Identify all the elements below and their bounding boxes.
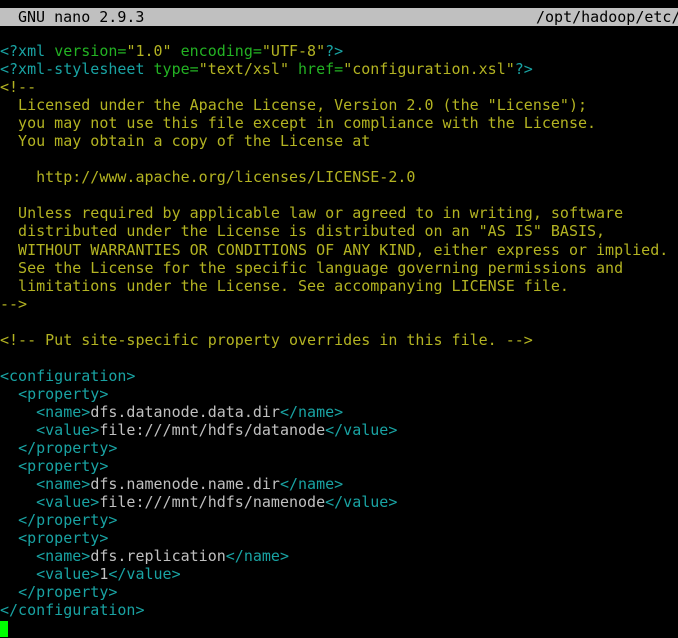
code-token: file:///mnt/hdfs/datanode — [99, 420, 326, 439]
code-token: </value> — [325, 420, 398, 439]
code-token: http://www.apache.org/licenses/LICENSE-2… — [0, 168, 416, 187]
editor-line[interactable]: See the License for the specific languag… — [0, 259, 678, 277]
code-token: <value> — [36, 565, 100, 584]
code-token: </property> — [18, 439, 118, 458]
code-token: file:///mnt/hdfs/namenode — [99, 493, 326, 512]
editor-line[interactable]: <name>dfs.datanode.data.dir</name> — [0, 403, 678, 421]
editor-line[interactable]: <!-- — [0, 78, 678, 96]
editor-line[interactable]: <?xml version="1.0" encoding="UTF-8"?> — [0, 42, 678, 60]
code-token: distributed under the License is distrib… — [0, 222, 606, 241]
code-token: <configuration> — [0, 366, 136, 385]
code-token: <property> — [18, 529, 109, 548]
editor-line[interactable]: <!-- Put site-specific property override… — [0, 331, 678, 349]
code-token: <!-- Put site-specific property override… — [0, 330, 533, 349]
editor-line[interactable]: distributed under the License is distrib… — [0, 222, 678, 240]
editor-line[interactable] — [0, 313, 678, 331]
code-token: WITHOUT WARRANTIES OR CONDITIONS OF ANY … — [0, 240, 669, 259]
code-token: ?> — [325, 42, 344, 60]
editor-line[interactable]: </property> — [0, 439, 678, 457]
editor-line[interactable]: you may not use this file except in comp… — [0, 114, 678, 132]
code-token: dfs.replication — [90, 547, 226, 566]
code-token: </property> — [18, 511, 118, 530]
code-token: encoding= — [171, 42, 262, 60]
editor-line[interactable]: <value>file:///mnt/hdfs/namenode</value> — [0, 493, 678, 511]
editor-line[interactable]: <configuration> — [0, 367, 678, 385]
code-token: <property> — [18, 384, 109, 403]
code-token: dfs.namenode.name.dir — [90, 475, 280, 494]
code-token: </value> — [325, 493, 398, 512]
file-path: /opt/hadoop/etc/ — [536, 8, 678, 26]
code-token: </name> — [279, 475, 344, 494]
code-token: "UTF-8" — [261, 42, 326, 60]
code-token: Licensed under the Apache License, Versi… — [0, 96, 587, 115]
editor-line[interactable]: WITHOUT WARRANTIES OR CONDITIONS OF ANY … — [0, 241, 678, 259]
code-token: type= — [153, 60, 199, 79]
editor-line[interactable]: <property> — [0, 457, 678, 475]
code-token: "1.0" — [126, 42, 172, 60]
code-token: --> — [0, 294, 28, 313]
code-token: </value> — [108, 565, 181, 584]
code-token: <?xml-stylesheet — [0, 60, 154, 79]
editor-line[interactable]: <?xml-stylesheet type="text/xsl" href="c… — [0, 60, 678, 78]
text-editor-area[interactable]: <?xml version="1.0" encoding="UTF-8"?> <?… — [0, 42, 678, 637]
editor-line[interactable] — [0, 186, 678, 204]
editor-line[interactable]: <property> — [0, 529, 678, 547]
editor-line[interactable]: <value>file:///mnt/hdfs/datanode</value> — [0, 421, 678, 439]
code-token: ?> — [514, 60, 533, 79]
code-token: </name> — [279, 402, 344, 421]
code-token: "configuration.xsl" — [343, 60, 515, 79]
code-token: <?xml — [0, 42, 55, 60]
code-token: <!-- — [0, 78, 37, 97]
editor-line[interactable]: <name>dfs.namenode.name.dir</name> — [0, 475, 678, 493]
code-token: href= — [289, 60, 344, 79]
code-token: version= — [54, 42, 127, 60]
code-token: See the License for the specific languag… — [0, 258, 624, 277]
editor-line[interactable]: Licensed under the Apache License, Versi… — [0, 96, 678, 114]
editor-line[interactable] — [0, 349, 678, 367]
code-token: dfs.datanode.data.dir — [90, 402, 280, 421]
code-token: </name> — [225, 547, 289, 566]
code-token: limitations under the License. See accom… — [0, 276, 569, 295]
code-token: "text/xsl" — [198, 60, 289, 79]
code-token: <property> — [18, 457, 109, 476]
code-token: Unless required by applicable law or agr… — [0, 204, 624, 223]
code-token: <name> — [36, 402, 91, 421]
code-token: </configuration> — [0, 601, 145, 620]
code-token: You may obtain a copy of the License at — [0, 132, 371, 151]
code-token: <name> — [36, 475, 91, 494]
code-token: <name> — [36, 547, 91, 566]
nano-title-bar: GNU nano 2.9.3 /opt/hadoop/etc/ — [0, 8, 678, 26]
code-token: you may not use this file except in comp… — [0, 114, 597, 133]
editor-line[interactable]: Unless required by applicable law or agr… — [0, 204, 678, 222]
editor-line[interactable]: </property> — [0, 511, 678, 529]
editor-line[interactable]: <property> — [0, 385, 678, 403]
editor-line[interactable]: http://www.apache.org/licenses/LICENSE-2… — [0, 168, 678, 186]
editor-line[interactable]: </property> — [0, 583, 678, 601]
app-name-version: GNU nano 2.9.3 — [18, 8, 145, 26]
code-token: <value> — [36, 493, 100, 512]
editor-line[interactable]: </configuration> — [0, 601, 678, 619]
editor-line[interactable]: --> — [0, 295, 678, 313]
editor-line[interactable]: <name>dfs.replication</name> — [0, 547, 678, 565]
code-token: <value> — [36, 420, 100, 439]
editor-line[interactable]: You may obtain a copy of the License at — [0, 132, 678, 150]
code-token: </property> — [18, 583, 118, 602]
editor-line[interactable]: limitations under the License. See accom… — [0, 277, 678, 295]
editor-line[interactable] — [0, 150, 678, 168]
editor-line[interactable]: <value>1</value> — [0, 565, 678, 583]
